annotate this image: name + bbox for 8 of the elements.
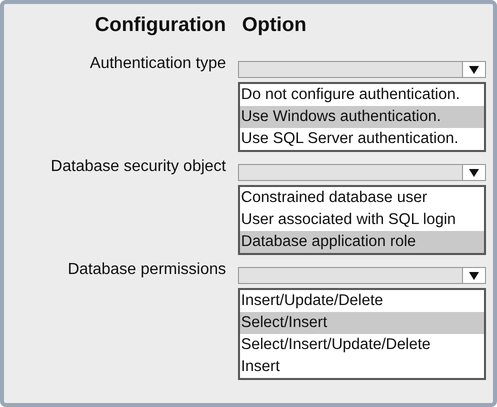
column-header: Option <box>242 14 306 37</box>
option-item[interactable]: Database application role <box>240 231 484 253</box>
column-header: Configuration <box>94 14 226 37</box>
option-item[interactable]: Select/Insert <box>240 312 484 334</box>
row-label: Database permissions <box>68 261 226 279</box>
row-label: Authentication type <box>90 55 226 73</box>
option-item[interactable]: Use Windows authentication. <box>240 106 484 128</box>
row-label: Database security object <box>50 158 226 176</box>
